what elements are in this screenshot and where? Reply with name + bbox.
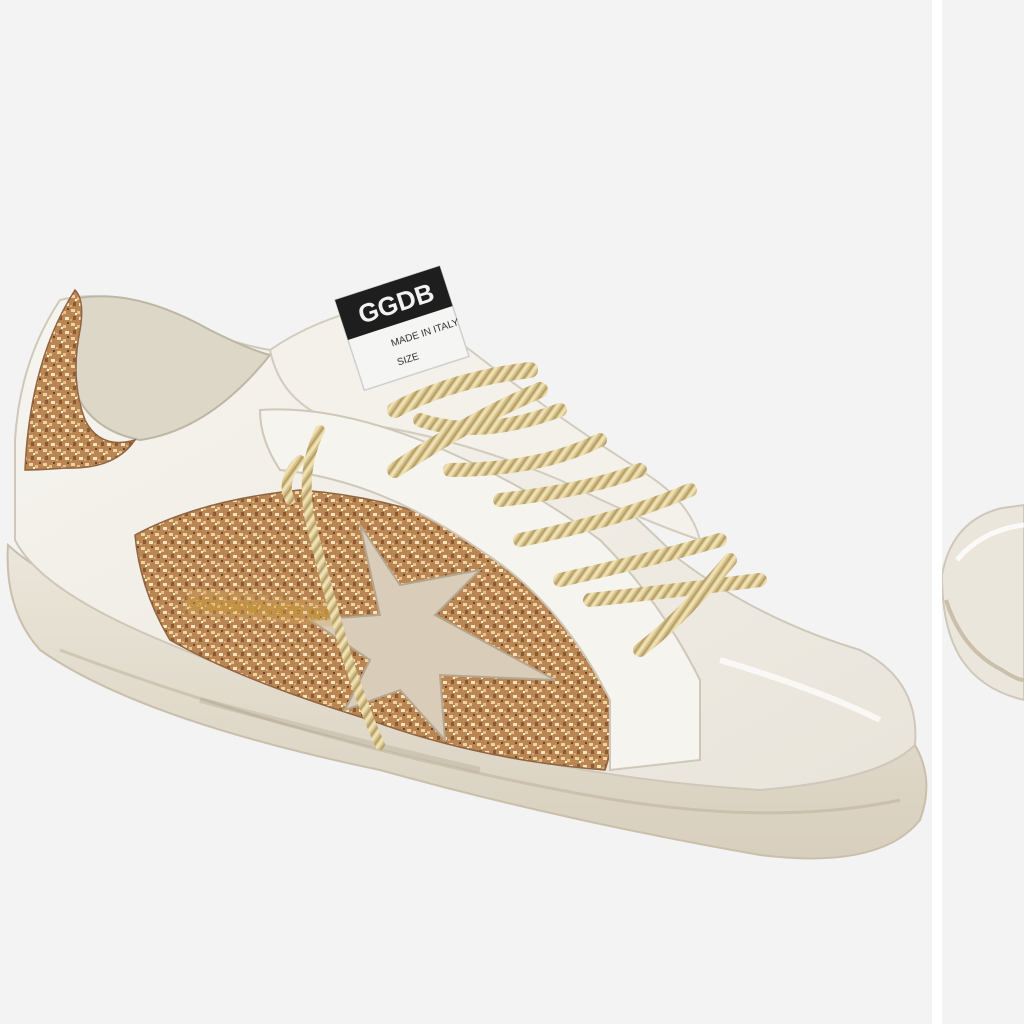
product-image-gallery[interactable]: GGDBPRIVATE 0H GGDB MADE IN ITALY SIZE [0,0,1024,1024]
product-image-main[interactable]: GGDBPRIVATE 0H GGDB MADE IN ITALY SIZE [0,0,932,1024]
next-sneaker-preview [942,503,1024,702]
gallery-divider [932,0,942,1024]
product-image-next[interactable] [942,0,1024,1024]
sneaker-illustration: GGDBPRIVATE 0H GGDB MADE IN ITALY SIZE [6,265,928,860]
